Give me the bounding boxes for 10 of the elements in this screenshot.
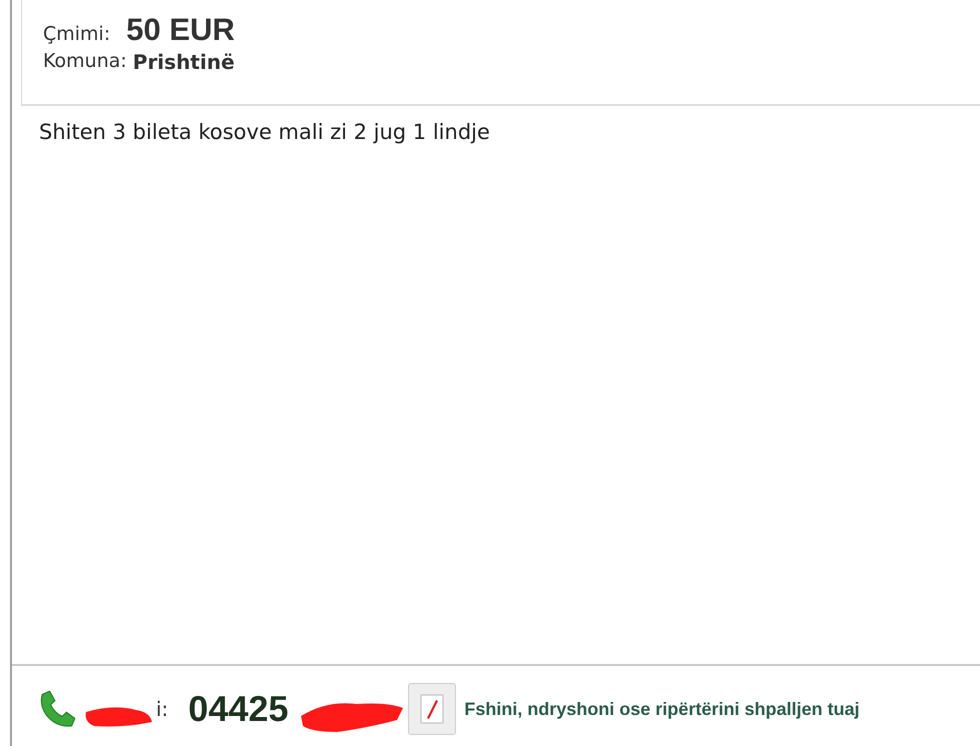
pencil-icon [420,694,444,724]
ad-description: Shiten 3 bileta kosove mali zi 2 jug 1 lindje [39,120,491,144]
price-value: 50 EUR [126,12,235,48]
municipality-value: Prishtinë [132,50,235,74]
edit-button[interactable] [408,683,456,735]
municipality-label: Komuna: [43,50,127,74]
price-label: Çmimi: [43,23,110,45]
edit-ad-link[interactable]: Fshini, ndryshoni ose ripërtërini shpalljen tuaj [464,698,860,720]
phone-label: i: [156,697,168,721]
phone-number: 04425 [188,688,288,730]
